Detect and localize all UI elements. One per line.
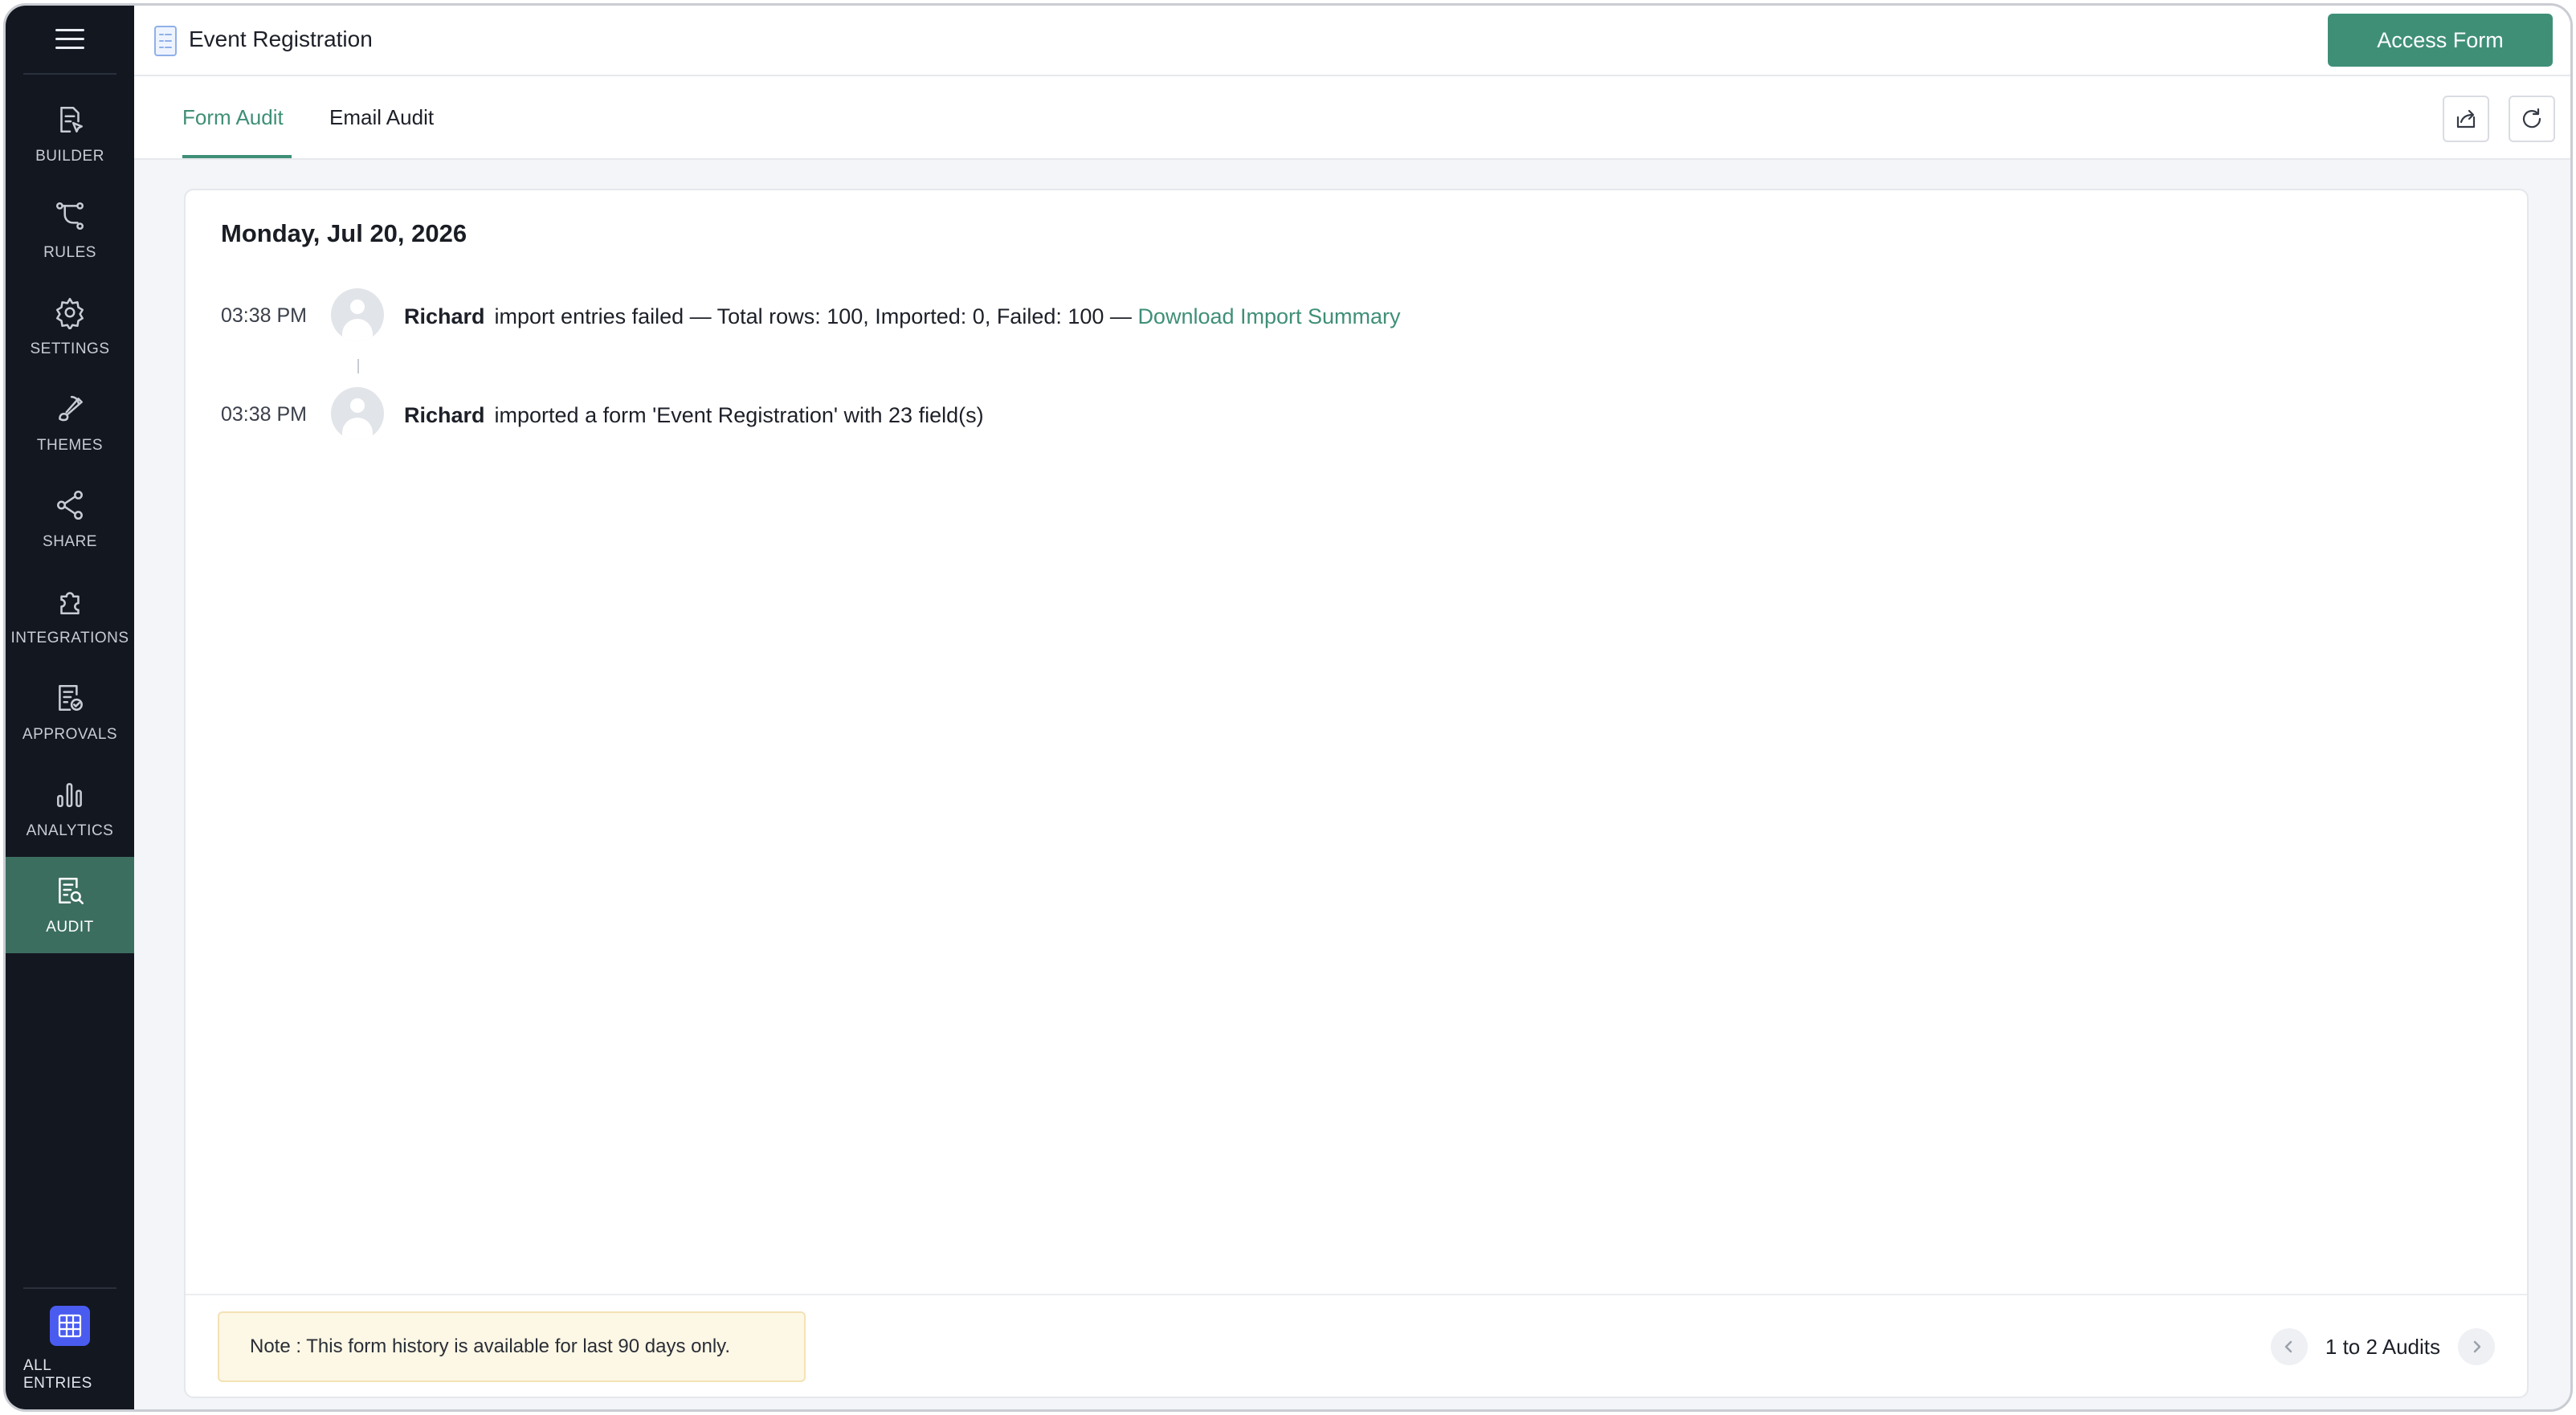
page-title: Event Registration: [189, 27, 373, 51]
sidebar-item-all-entries[interactable]: ALL ENTRIES: [23, 1287, 116, 1409]
grid-icon: [50, 1306, 90, 1346]
audit-user: Richard: [404, 403, 485, 427]
sidebar-item-share[interactable]: SHARE: [6, 471, 134, 568]
brush-icon: [59, 396, 83, 422]
sidebar: BUILDER RULES SETTINGS THEMES SHARE INTE…: [6, 6, 134, 1409]
sidebar-item-label: SHARE: [43, 533, 97, 550]
retention-note: Note : This form history is available fo…: [218, 1311, 806, 1382]
hamburger-icon: [55, 29, 84, 50]
refresh-icon: [2522, 108, 2541, 128]
sidebar-item-builder[interactable]: BUILDER: [6, 86, 134, 182]
tab-form-audit[interactable]: Form Audit: [182, 105, 284, 130]
rules-icon: [55, 202, 84, 230]
sidebar-item-themes[interactable]: THEMES: [6, 375, 134, 471]
chevron-right-icon: [2473, 1340, 2481, 1353]
timeline-connector: [357, 359, 359, 373]
card-footer: Note : This form history is available fo…: [186, 1294, 2527, 1397]
sidebar-item-audit[interactable]: AUDIT: [6, 857, 134, 953]
avatar: [331, 387, 384, 440]
sidebar-item-label: BUILDER: [35, 148, 104, 165]
audit-time: 03:38 PM: [221, 304, 308, 327]
active-tab-indicator: [182, 155, 292, 158]
sidebar-item-label: RULES: [43, 244, 96, 261]
puzzle-icon: [60, 592, 80, 614]
sidebar-item-integrations[interactable]: INTEGRATIONS: [6, 568, 134, 664]
audit-text: imported a form 'Event Registration' wit…: [494, 403, 984, 427]
audit-entry: 03:38 PM Richard import entries failed — …: [221, 288, 2470, 343]
sidebar-item-label: SETTINGS: [30, 340, 110, 357]
pagination: 1 to 2 Audits: [2270, 1327, 2495, 1366]
approvals-icon: [59, 685, 83, 711]
sidebar-item-label: ALL ENTRIES: [23, 1357, 92, 1392]
pagination-count: 1 to 2 Audits: [2325, 1334, 2440, 1359]
sidebar-item-label: THEMES: [36, 437, 104, 454]
audit-date: Monday, Jul 20, 2026: [221, 219, 467, 247]
sidebar-item-rules[interactable]: RULES: [6, 182, 134, 279]
audit-text: import entries failed — Total rows: 100,…: [494, 304, 1132, 328]
menu-toggle[interactable]: [23, 6, 116, 75]
audit-time: 03:38 PM: [221, 403, 308, 426]
audit-icon: [59, 878, 84, 905]
audit-user: Richard: [404, 304, 485, 328]
share-icon: [57, 490, 83, 520]
tab-bar: Form Audit Email Audit: [134, 76, 2570, 160]
refresh-button[interactable]: [2509, 96, 2555, 142]
app-window: BUILDER RULES SETTINGS THEMES SHARE INTE…: [3, 3, 2573, 1412]
sidebar-item-label: AUDIT: [46, 919, 94, 936]
sidebar-item-label: INTEGRATIONS: [10, 630, 129, 646]
sidebar-item-label: APPROVALS: [22, 726, 118, 743]
form-icon: [154, 26, 177, 56]
avatar: [331, 288, 384, 341]
sidebar-item-approvals[interactable]: APPROVALS: [6, 664, 134, 761]
export-button[interactable]: [2443, 96, 2489, 142]
export-icon: [2456, 109, 2476, 128]
previous-page-button[interactable]: [2270, 1328, 2308, 1365]
audit-message: Richard imported a form 'Event Registrati…: [404, 403, 984, 428]
sidebar-item-label: ANALYTICS: [26, 822, 114, 839]
builder-icon: [60, 107, 83, 133]
top-bar: Event Registration Access Form: [134, 6, 2570, 76]
bar-chart-icon: [57, 783, 82, 807]
audit-entry: 03:38 PM Richard imported a form 'Event R…: [221, 387, 2470, 442]
next-page-button[interactable]: [2458, 1328, 2495, 1365]
gear-icon: [55, 297, 84, 329]
chevron-left-icon: [2284, 1340, 2292, 1353]
sidebar-item-settings[interactable]: SETTINGS: [6, 279, 134, 375]
access-form-button[interactable]: Access Form: [2328, 14, 2553, 67]
audit-card: Monday, Jul 20, 2026 03:38 PM Richard imp…: [184, 189, 2529, 1398]
tab-email-audit[interactable]: Email Audit: [329, 105, 434, 130]
audit-message: Richard import entries failed — Total row…: [404, 304, 1401, 329]
sidebar-nav: BUILDER RULES SETTINGS THEMES SHARE INTE…: [6, 86, 134, 953]
sidebar-item-analytics[interactable]: ANALYTICS: [6, 761, 134, 857]
download-import-summary-link[interactable]: Download Import Summary: [1137, 304, 1400, 328]
